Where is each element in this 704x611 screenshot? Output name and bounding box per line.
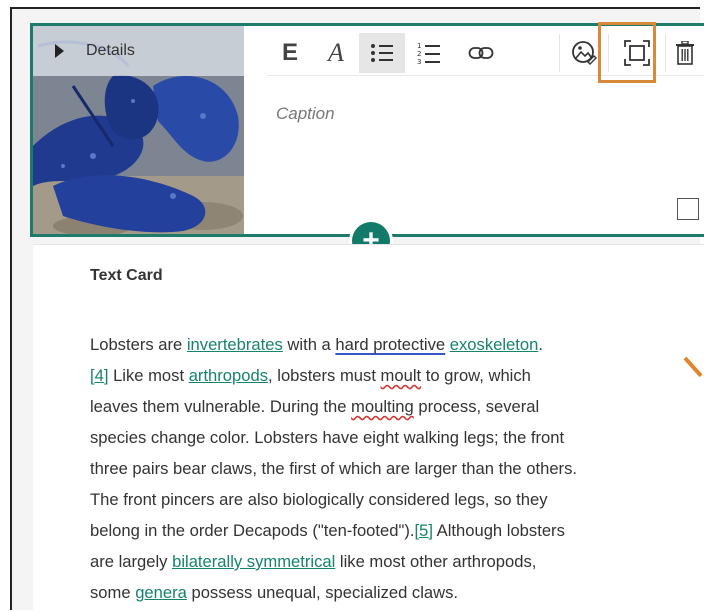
body-line: The front pincers are also biologically … bbox=[90, 484, 690, 515]
bullet-list-button[interactable] bbox=[359, 33, 405, 73]
link-genera[interactable]: genera bbox=[135, 583, 187, 602]
spelling-flag-moult[interactable]: moult bbox=[381, 366, 422, 385]
image-edit-icon bbox=[572, 41, 597, 65]
text-segment: The front pincers are also biologically … bbox=[90, 490, 548, 509]
text-segment: species change color. Lobsters have eigh… bbox=[90, 428, 565, 447]
trash-icon bbox=[676, 41, 694, 65]
text-segment: Lobsters are bbox=[90, 335, 187, 354]
bullet-list-icon bbox=[371, 44, 393, 62]
citation-link-4[interactable]: [4] bbox=[90, 366, 108, 385]
link-invertebrates[interactable]: invertebrates bbox=[187, 335, 283, 354]
text-segment: Although lobsters bbox=[432, 521, 565, 540]
heading-icon-button[interactable]: E bbox=[267, 33, 313, 73]
svg-text:1: 1 bbox=[417, 42, 421, 50]
text-segment: Like most bbox=[108, 366, 189, 385]
svg-text:3: 3 bbox=[417, 58, 421, 65]
link-exoskeleton[interactable]: exoskeleton bbox=[450, 335, 539, 354]
italic-icon: A bbox=[328, 38, 344, 67]
text-segment: are largely bbox=[90, 552, 173, 571]
text-segment: process, several bbox=[413, 397, 540, 416]
text-segment: leaves them vulnerable. During the bbox=[90, 397, 352, 416]
body-line: Lobsters are invertebrates with a hard p… bbox=[90, 329, 690, 360]
text-card[interactable]: Text Card Lobsters are invertebrates wit… bbox=[33, 244, 704, 611]
expand-triangle-icon bbox=[55, 44, 64, 58]
text-card-body[interactable]: Lobsters are invertebrates with a hard p… bbox=[90, 329, 690, 608]
link-icon bbox=[468, 47, 494, 59]
body-line: three pairs bear claws, the first of whi… bbox=[90, 453, 690, 484]
body-line: species change color. Lobsters have eigh… bbox=[90, 422, 690, 453]
text-segment: belong in the order Decapods ("ten-foote… bbox=[90, 521, 415, 540]
caption-field[interactable]: Caption bbox=[276, 104, 335, 124]
link-bilaterally-symmetrical[interactable]: bilaterally symmetrical bbox=[172, 552, 335, 571]
text-segment: three pairs bear claws, the first of whi… bbox=[90, 459, 577, 478]
body-line: some genera possess unequal, specialized… bbox=[90, 577, 690, 608]
link-button[interactable] bbox=[453, 33, 509, 73]
heading-icon: E bbox=[281, 39, 298, 66]
text-segment: to grow, which bbox=[421, 366, 531, 385]
delete-button[interactable] bbox=[666, 33, 704, 73]
citation-link-5[interactable]: [5] bbox=[415, 521, 433, 540]
italic-icon-button[interactable]: A bbox=[313, 33, 359, 73]
fullscreen-button[interactable] bbox=[609, 33, 665, 73]
text-segment: some bbox=[90, 583, 136, 602]
svg-text:2: 2 bbox=[417, 50, 421, 58]
fullscreen-icon bbox=[624, 40, 650, 66]
text-segment: like most other arthropods, bbox=[335, 552, 537, 571]
details-expander[interactable]: Details bbox=[33, 26, 244, 76]
text-segment: with a bbox=[282, 335, 336, 354]
details-label: Details bbox=[86, 42, 135, 59]
image-card[interactable]: Details E A 1 2 3 Caption bbox=[30, 23, 704, 237]
body-line: [4] Like most arthropods, lobsters must … bbox=[90, 360, 690, 391]
text-segment: . bbox=[538, 335, 543, 354]
grammar-flag-hard-protective[interactable]: hard protective bbox=[335, 335, 445, 354]
body-line: belong in the order Decapods ("ten-foote… bbox=[90, 515, 690, 546]
spelling-flag-moulting[interactable]: moulting bbox=[351, 397, 414, 416]
text-segment: possess unequal, specialized claws. bbox=[186, 583, 459, 602]
text-segment: , lobsters must bbox=[268, 366, 381, 385]
body-line: leaves them vulnerable. During the moult… bbox=[90, 391, 690, 422]
formatting-toolbar: E A 1 2 3 bbox=[267, 31, 704, 76]
numbered-list-button[interactable]: 1 2 3 bbox=[405, 33, 453, 73]
numbered-list-icon: 1 2 3 bbox=[417, 42, 440, 65]
link-arthropods[interactable]: arthropods bbox=[189, 366, 268, 385]
text-card-title: Text Card bbox=[90, 267, 163, 284]
select-checkbox[interactable] bbox=[677, 198, 699, 220]
body-line: are largely bilaterally symmetrical like… bbox=[90, 546, 690, 577]
image-edit-button[interactable] bbox=[560, 33, 608, 73]
